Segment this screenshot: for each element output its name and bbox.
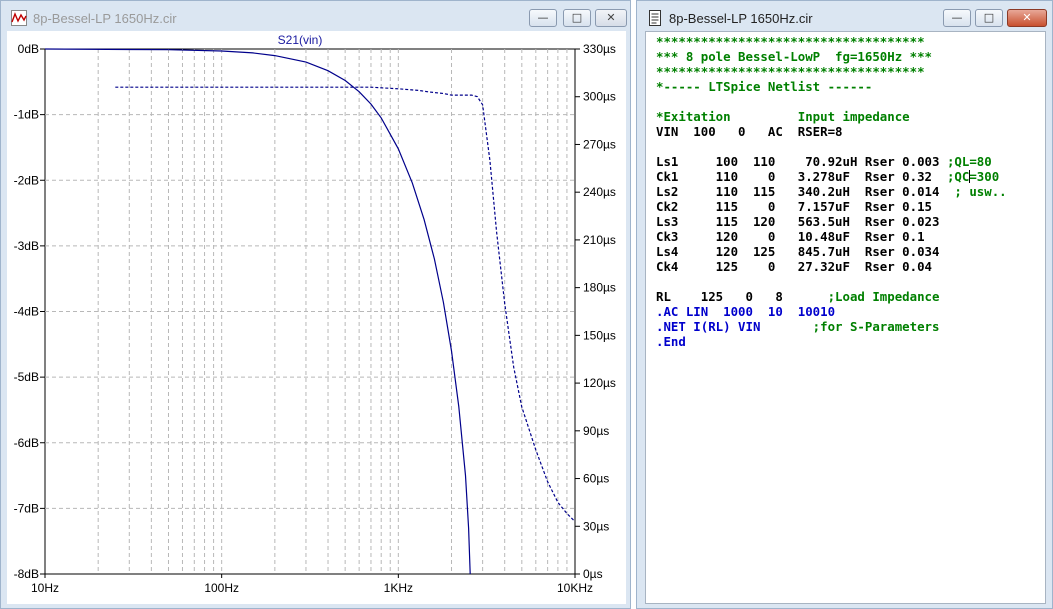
y-left-tick-label: -6dB [14,436,39,450]
netlist-token: .End [656,334,686,349]
minimize-icon: — [537,11,549,24]
netlist-token: .NET I(RL) VIN [656,319,813,334]
netlist-window[interactable]: 8p-Bessel-LP 1650Hz.cir — □ ✕ **********… [636,0,1053,609]
netlist-token: Ls2 110 115 340.2uH Rser 0.014 [656,184,947,199]
plot-titlebar[interactable]: 8p-Bessel-LP 1650Hz.cir — □ ✕ [1,1,630,35]
y-left-tick-label: -4dB [14,305,39,319]
netlist-token: *----- LTSpice Netlist ------ [656,79,873,94]
netlist-token: .AC LIN 1000 10 10010 [656,304,836,319]
plot-svg: 0dB -1dB -2dB -3dB -4dB -5dB -6dB -7dB -8dB 330µs… [14,33,616,595]
trace-label: S21(vin) [278,33,323,47]
netlist-line[interactable] [656,139,1007,154]
plot-window[interactable]: 8p-Bessel-LP 1650Hz.cir — □ ✕ 0dB -1dB -2d… [0,0,631,609]
netlist-line[interactable]: *Exitation Input impedance [656,109,1007,124]
y-right-tick-label: 270µs [583,137,616,151]
netlist-token: ;QL=80 [946,154,992,169]
netlist-token: Ls3 115 120 563.5uH Rser 0.023 [656,214,940,229]
y-left-tick-label: -7dB [14,501,39,515]
y-right-tick-label: 0µs [583,567,603,581]
netlist-line[interactable]: Ls4 120 125 845.7uH Rser 0.034 [656,244,1007,259]
netlist-token: Ck3 120 0 10.48uF Rser 0.1 [656,229,925,244]
y-left-tick-label: 0dB [18,42,39,56]
y-left-tick-label: -1dB [14,108,39,122]
netlist-token: RL 125 0 8 [656,289,828,304]
netlist-token: ;QC [946,169,970,184]
netlist-line[interactable]: VIN 100 0 AC RSER=8 [656,124,1007,139]
waveform-plot[interactable]: 0dB -1dB -2dB -3dB -4dB -5dB -6dB -7dB -8dB 330µs… [7,31,626,604]
y-right-tick-label: 30µs [583,519,609,533]
y-right-tick-label: 180µs [583,281,616,295]
maximize-icon: □ [983,11,995,24]
netlist-line[interactable]: Ls2 110 115 340.2uH Rser 0.014 ; usw.. [656,184,1007,199]
netlist-line[interactable]: ************************************ [656,64,1007,79]
close-icon: ✕ [1022,11,1032,24]
y-right-tick-label: 330µs [583,42,616,56]
netlist-line[interactable]: .AC LIN 1000 10 10010 [656,304,1007,319]
netlist-token: Ls1 100 110 70.92uH Rser 0.003 [656,154,947,169]
close-icon: ✕ [606,11,616,24]
maximize-button[interactable]: □ [563,9,591,27]
close-button[interactable]: ✕ [1007,9,1047,27]
netlist-token: Ck1 110 0 3.278uF Rser 0.32 [656,169,947,184]
netlist-line[interactable]: *----- LTSpice Netlist ------ [656,79,1007,94]
netlist-line[interactable]: ************************************ [656,34,1007,49]
close-button[interactable]: ✕ [595,9,627,27]
y-right-tick-label: 300µs [583,90,616,104]
plot-window-title: 8p-Bessel-LP 1650Hz.cir [33,11,177,26]
y-right-tick-label: 210µs [583,233,616,247]
netlist-token: ;for S-Parameters [812,319,940,334]
netlist-token: *Exitation Input impedance [656,109,910,124]
netlist-token: ;Load Impedance [827,289,940,304]
netlist-line[interactable]: .NET I(RL) VIN ;for S-Parameters [656,319,1007,334]
x-tick-label: 1KHz [384,581,413,595]
netlist-line[interactable]: Ck2 115 0 7.157uF Rser 0.15 [656,199,1007,214]
netlist-token: =300 [969,169,1000,184]
netlist-line[interactable] [656,94,1007,109]
netlist-token: VIN 100 0 AC RSER=8 [656,124,843,139]
netlist-token: Ls4 120 125 845.7uH Rser 0.034 [656,244,940,259]
netlist-line[interactable]: .End [656,334,1007,349]
netlist-line[interactable]: Ck4 125 0 27.32uF Rser 0.04 [656,259,1007,274]
netlist-window-title: 8p-Bessel-LP 1650Hz.cir [669,11,813,26]
netlist-token: ************************************ [656,64,925,79]
y-left-tick-label: -3dB [14,239,39,253]
netlist-line[interactable]: Ls3 115 120 563.5uH Rser 0.023 [656,214,1007,229]
netlist-token: ************************************ [656,34,925,49]
x-tick-label: 10Hz [31,581,59,595]
x-tick-label: 100Hz [204,581,239,595]
y-left-tick-label: -5dB [14,370,39,384]
netlist-token: Ck4 125 0 27.32uF Rser 0.04 [656,259,933,274]
minimize-button[interactable]: — [529,9,557,27]
x-tick-label: 10KHz [557,581,593,595]
y-right-tick-label: 240µs [583,185,616,199]
y-left-tick-label: -8dB [14,567,39,581]
ltspice-waveform-icon [11,10,27,26]
netlist-document-icon [649,10,661,26]
y-right-tick-label: 60µs [583,472,609,486]
minimize-icon: — [951,11,963,24]
y-right-tick-label: 150µs [583,328,616,342]
netlist-token: *** 8 pole Bessel-LowP fg=1650Hz *** [656,49,933,64]
netlist-line[interactable]: *** 8 pole Bessel-LowP fg=1650Hz *** [656,49,1007,64]
netlist-text[interactable]: ************************************ *** … [656,34,1007,349]
netlist-editor[interactable]: ************************************ *** … [645,31,1046,604]
netlist-line[interactable]: Ck1 110 0 3.278uF Rser 0.32 ;QC=300 [656,169,1007,184]
netlist-token: ; usw.. [946,184,1007,199]
netlist-line[interactable] [656,274,1007,289]
maximize-button[interactable]: □ [975,9,1003,27]
netlist-titlebar[interactable]: 8p-Bessel-LP 1650Hz.cir — □ ✕ [637,1,1052,35]
netlist-line[interactable]: Ck3 120 0 10.48uF Rser 0.1 [656,229,1007,244]
minimize-button[interactable]: — [943,9,971,27]
y-right-tick-label: 120µs [583,376,616,390]
netlist-line[interactable]: RL 125 0 8 ;Load Impedance [656,289,1007,304]
netlist-token: Ck2 115 0 7.157uF Rser 0.15 [656,199,933,214]
maximize-icon: □ [571,11,583,24]
netlist-line[interactable]: Ls1 100 110 70.92uH Rser 0.003 ;QL=80 [656,154,1007,169]
y-left-tick-label: -2dB [14,173,39,187]
y-right-tick-label: 90µs [583,424,609,438]
